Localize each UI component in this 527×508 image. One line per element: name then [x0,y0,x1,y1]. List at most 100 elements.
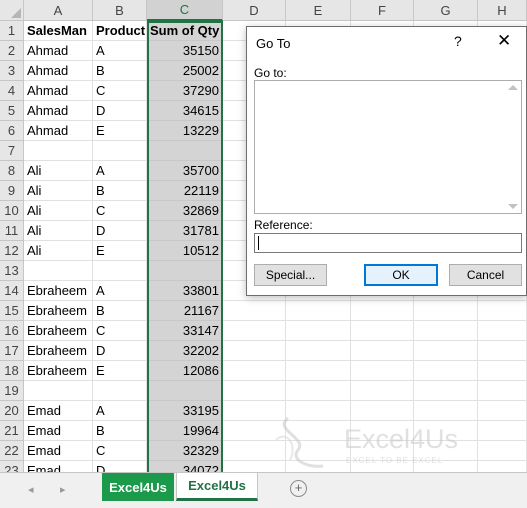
cell-b15[interactable]: B [93,301,147,321]
cell-c4[interactable]: 37290 [147,81,223,101]
cell-c7[interactable] [147,141,223,161]
cell-b23[interactable]: D [93,461,147,472]
cell-a15[interactable]: Ebraheem [24,301,93,321]
cell-g15[interactable] [414,301,478,321]
cell-b10[interactable]: C [93,201,147,221]
cell-c19[interactable] [147,381,223,401]
row-header[interactable]: 23 [0,461,24,472]
cell-b17[interactable]: D [93,341,147,361]
column-header-e[interactable]: E [286,0,351,21]
row-header[interactable]: 12 [0,241,24,261]
row-header[interactable]: 22 [0,441,24,461]
column-header-f[interactable]: F [351,0,414,21]
cell-a9[interactable]: Ali [24,181,93,201]
column-header-c[interactable]: C [147,0,223,21]
cell-b21[interactable]: B [93,421,147,441]
cell-e19[interactable] [286,381,351,401]
cell-c8[interactable]: 35700 [147,161,223,181]
goto-list[interactable] [254,80,522,214]
cell-g18[interactable] [414,361,478,381]
column-header-a[interactable]: A [24,0,93,21]
row-header[interactable]: 18 [0,361,24,381]
column-header-g[interactable]: G [414,0,478,21]
cell-f17[interactable] [351,341,414,361]
scroll-up-icon[interactable] [508,85,518,90]
cell-h18[interactable] [478,361,527,381]
cell-e21[interactable] [286,421,351,441]
scroll-down-icon[interactable] [508,204,518,209]
cell-b9[interactable]: B [93,181,147,201]
reference-input[interactable] [254,233,522,253]
cell-b1[interactable]: Product [93,21,147,41]
cell-a16[interactable]: Ebraheem [24,321,93,341]
cell-b4[interactable]: C [93,81,147,101]
cell-b12[interactable]: E [93,241,147,261]
cell-a2[interactable]: Ahmad [24,41,93,61]
cell-e22[interactable] [286,441,351,461]
cell-c23[interactable]: 34072 [147,461,223,472]
cell-h20[interactable] [478,401,527,421]
column-header-h[interactable]: H [478,0,527,21]
row-header[interactable]: 17 [0,341,24,361]
cell-b3[interactable]: B [93,61,147,81]
cell-c22[interactable]: 32329 [147,441,223,461]
row-header[interactable]: 21 [0,421,24,441]
cell-a22[interactable]: Emad [24,441,93,461]
add-sheet-icon[interactable]: + [290,480,307,497]
cell-c21[interactable]: 19964 [147,421,223,441]
cell-b16[interactable]: C [93,321,147,341]
cell-a23[interactable]: Emad [24,461,93,472]
cell-a18[interactable]: Ebraheem [24,361,93,381]
row-header[interactable]: 5 [0,101,24,121]
cell-a11[interactable]: Ali [24,221,93,241]
row-header[interactable]: 15 [0,301,24,321]
close-button[interactable]: ✕ [497,31,511,51]
special-button[interactable]: Special... [254,264,327,286]
prev-sheet-icon[interactable]: ◂ [28,483,34,496]
row-header[interactable]: 19 [0,381,24,401]
row-header[interactable]: 4 [0,81,24,101]
cell-c6[interactable]: 13229 [147,121,223,141]
cell-c9[interactable]: 22119 [147,181,223,201]
cell-a7[interactable] [24,141,93,161]
cell-g20[interactable] [414,401,478,421]
cell-b6[interactable]: E [93,121,147,141]
cell-f21[interactable] [351,421,414,441]
cell-e15[interactable] [286,301,351,321]
cell-b14[interactable]: A [93,281,147,301]
cell-f20[interactable] [351,401,414,421]
cell-c13[interactable] [147,261,223,281]
cell-a20[interactable]: Emad [24,401,93,421]
cell-e18[interactable] [286,361,351,381]
cell-b5[interactable]: D [93,101,147,121]
sheet-tab-excel4us-2-active[interactable]: Excel4Us [176,473,258,501]
cell-c15[interactable]: 21167 [147,301,223,321]
column-header-b[interactable]: B [93,0,147,21]
cell-d16[interactable] [223,321,286,341]
cancel-button[interactable]: Cancel [449,264,522,286]
cell-a19[interactable] [24,381,93,401]
help-button[interactable]: ? [454,33,462,49]
cell-d19[interactable] [223,381,286,401]
cell-g21[interactable] [414,421,478,441]
cell-h22[interactable] [478,441,527,461]
row-header[interactable]: 13 [0,261,24,281]
cell-c14[interactable]: 33801 [147,281,223,301]
cell-b18[interactable]: E [93,361,147,381]
cell-c11[interactable]: 31781 [147,221,223,241]
cell-a8[interactable]: Ali [24,161,93,181]
cell-b19[interactable] [93,381,147,401]
cell-g19[interactable] [414,381,478,401]
cell-c18[interactable]: 12086 [147,361,223,381]
cell-h15[interactable] [478,301,527,321]
cell-c12[interactable]: 10512 [147,241,223,261]
row-header[interactable]: 8 [0,161,24,181]
cell-c1[interactable]: Sum of Qty [147,21,223,41]
cell-b8[interactable]: A [93,161,147,181]
cell-f23[interactable] [351,461,414,472]
row-header[interactable]: 20 [0,401,24,421]
cell-f22[interactable] [351,441,414,461]
cell-c10[interactable]: 32869 [147,201,223,221]
cell-d18[interactable] [223,361,286,381]
cell-e16[interactable] [286,321,351,341]
